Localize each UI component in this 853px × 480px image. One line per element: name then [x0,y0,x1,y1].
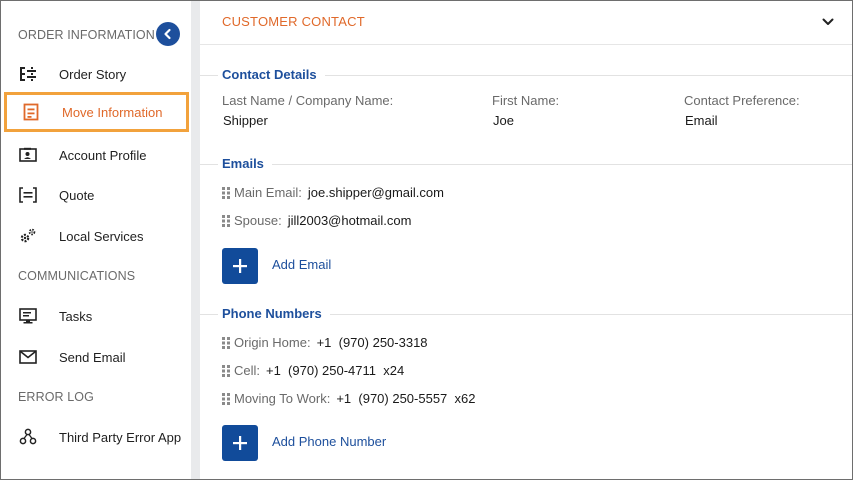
plus-icon [233,436,247,450]
sidebar-item-label: Send Email [59,349,126,365]
contact-preference-value: Email [685,113,718,128]
chevron-left-icon [164,28,171,40]
sidebar: ORDER INFORMATION Order Story Move Infor… [1,1,191,479]
drag-handle-icon[interactable] [222,214,230,227]
customer-contact-panel: CUSTOMER CONTACT Contact Details Last Na… [200,1,852,479]
sidebar-item-label: Order Story [59,66,127,82]
document-icon [21,102,41,122]
timeline-icon [18,64,38,84]
sidebar-item-local-services[interactable]: Local Services [1,216,191,256]
divider [200,75,218,76]
sidebar-item-account-profile[interactable]: Account Profile [1,135,191,175]
divider [200,164,218,165]
drag-handle-icon[interactable] [222,364,230,377]
sidebar-item-send-email[interactable]: Send Email [1,337,191,377]
sidebar-item-tasks[interactable]: Tasks [1,296,191,336]
email-value: joe.shipper@gmail.com [307,185,444,200]
phone-label: Cell: [234,363,261,378]
contact-details-title: Contact Details [222,67,317,82]
email-value: jill2003@hotmail.com [287,213,412,228]
section-title-order-information: ORDER INFORMATION [18,28,155,42]
phone-value: +1 (970) 250-5557 x62 [336,391,476,406]
section-title-error-log: ERROR LOG [18,390,94,404]
sidebar-item-label: Move Information [62,104,163,120]
divider [330,314,852,315]
section-title-communications: COMMUNICATIONS [18,269,136,283]
chevron-down-icon[interactable] [821,15,835,34]
id-card-icon [18,145,38,165]
drag-handle-icon[interactable] [222,186,230,199]
last-name-value: Shipper [223,113,268,128]
sidebar-item-order-story[interactable]: Order Story [1,54,191,94]
sidebar-item-quote[interactable]: Quote [1,175,191,215]
contact-preference-label: Contact Preference: [684,93,800,108]
phone-row[interactable]: Origin Home: +1 (970) 250-3318 [222,335,428,350]
email-row[interactable]: Spouse: jill2003@hotmail.com [222,213,411,228]
panel-header[interactable]: CUSTOMER CONTACT [200,1,852,45]
sidebar-item-move-information[interactable]: Move Information [4,92,189,132]
phone-label: Origin Home: [234,335,311,350]
collapse-sidebar-button[interactable] [156,22,180,46]
sidebar-item-label: Local Services [59,228,144,244]
plus-icon [233,259,247,273]
phone-row[interactable]: Moving To Work: +1 (970) 250-5557 x62 [222,391,475,406]
email-label: Main Email: [234,185,302,200]
phone-value: +1 (970) 250-3318 [316,335,428,350]
email-row[interactable]: Main Email: joe.shipper@gmail.com [222,185,444,200]
first-name-value: Joe [493,113,514,128]
envelope-icon [18,347,38,367]
gears-icon [18,226,38,246]
phone-value: +1 (970) 250-4711 x24 [266,363,405,378]
drag-handle-icon[interactable] [222,336,230,349]
phone-row[interactable]: Cell: +1 (970) 250-4711 x24 [222,363,404,378]
phone-label: Moving To Work: [234,391,331,406]
add-email-button[interactable] [222,248,258,284]
first-name-label: First Name: [492,93,560,108]
add-email-link[interactable]: Add Email [272,257,331,272]
monitor-icon [18,306,38,326]
sidebar-item-third-party-error-app[interactable]: Third Party Error App [1,417,191,457]
sidebar-item-label: Account Profile [59,147,147,163]
add-phone-number-link[interactable]: Add Phone Number [272,434,386,449]
email-label: Spouse: [234,213,282,228]
sidebar-item-label: Third Party Error App [59,429,182,445]
panel-title: CUSTOMER CONTACT [222,14,365,29]
sidebar-item-label: Tasks [59,308,93,324]
quote-icon [18,185,38,205]
sidebar-divider [191,1,200,479]
divider [200,314,218,315]
emails-title: Emails [222,156,264,171]
sidebar-item-label: Quote [59,187,95,203]
network-icon [18,427,38,447]
add-phone-number-button[interactable] [222,425,258,461]
phone-numbers-title: Phone Numbers [222,306,322,321]
drag-handle-icon[interactable] [222,392,230,405]
last-name-label: Last Name / Company Name: [222,93,394,108]
divider [272,164,852,165]
divider [325,75,852,76]
